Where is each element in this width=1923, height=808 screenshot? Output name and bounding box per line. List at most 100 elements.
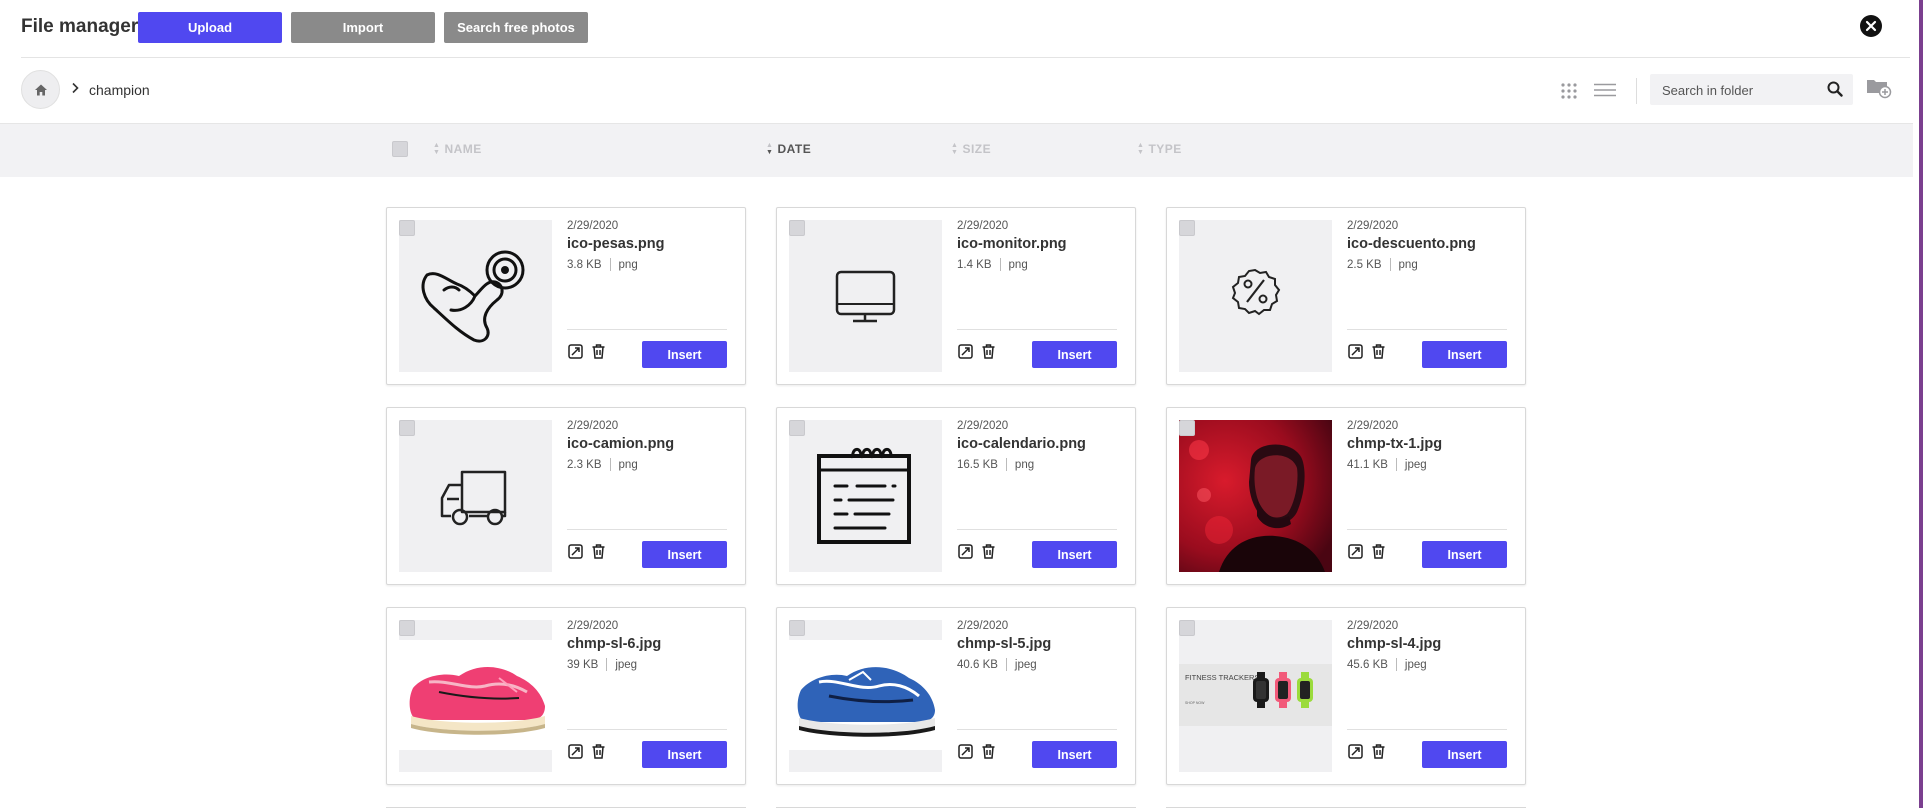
sort-by-name[interactable]: ▲ ▼ NAME (433, 142, 482, 156)
file-meta: 2.5 KB png (1347, 258, 1418, 271)
edit-image-icon[interactable] (1348, 344, 1363, 364)
file-date: 2/29/2020 (1347, 220, 1399, 232)
file-date: 2/29/2020 (567, 620, 619, 632)
portrait-photo (1179, 420, 1332, 572)
edit-image-icon[interactable] (958, 544, 973, 564)
file-card[interactable]: 2/29/2020 chmp-tx-1.jpg 41.1 KB jpeg Inse… (1166, 407, 1526, 585)
file-card[interactable]: 2/29/2020 ico-monitor.png 1.4 KB png Inse… (776, 207, 1136, 385)
insert-button[interactable]: Insert (1422, 541, 1507, 568)
file-checkbox[interactable] (789, 620, 805, 636)
file-thumbnail[interactable] (399, 420, 552, 572)
trash-icon[interactable] (592, 344, 605, 364)
file-checkbox[interactable] (789, 420, 805, 436)
file-type: png (618, 258, 638, 271)
divider (1005, 458, 1007, 471)
divider (1347, 729, 1507, 730)
home-icon[interactable] (21, 70, 60, 109)
file-date: 2/29/2020 (567, 420, 619, 432)
list-view-icon[interactable] (1594, 83, 1616, 102)
file-thumbnail[interactable]: FITNESS TRACKERS SHOP NOW (1179, 620, 1332, 772)
file-type: png (1014, 458, 1035, 471)
edit-image-icon[interactable] (958, 744, 973, 764)
breadcrumb-current-folder[interactable]: champion (89, 82, 150, 98)
upload-button[interactable]: Upload (138, 12, 282, 43)
divider (1347, 529, 1507, 530)
file-thumbnail[interactable] (789, 420, 942, 572)
edit-image-icon[interactable] (568, 744, 583, 764)
sort-arrows-icon: ▲ ▼ (1137, 142, 1145, 156)
file-meta: 40.6 KB jpeg (957, 658, 1037, 671)
insert-button[interactable]: Insert (1032, 541, 1117, 568)
file-thumbnail[interactable] (399, 620, 552, 772)
calendar-icon (817, 448, 911, 544)
grid-view-icon[interactable] (1560, 82, 1578, 105)
insert-button[interactable]: Insert (1422, 341, 1507, 368)
trash-icon[interactable] (1372, 544, 1385, 564)
trash-icon[interactable] (1372, 744, 1385, 764)
edit-image-icon[interactable] (958, 344, 973, 364)
column-name-label: NAME (444, 142, 482, 156)
file-name: ico-monitor.png (957, 236, 1067, 252)
file-thumbnail[interactable] (1179, 420, 1332, 572)
file-checkbox[interactable] (399, 420, 415, 436)
sort-by-type[interactable]: ▲ ▼ TYPE (1137, 142, 1182, 156)
sort-by-date[interactable]: ▲ ▼ DATE (766, 142, 811, 156)
file-thumbnail[interactable] (1179, 220, 1332, 372)
file-card[interactable]: 2/29/2020 ico-pesas.png 3.8 KB png Insert (386, 207, 746, 385)
trash-icon[interactable] (982, 744, 995, 764)
file-checkbox[interactable] (1179, 620, 1195, 636)
file-thumbnail[interactable] (789, 620, 942, 772)
file-card[interactable]: 2/29/2020 chmp-sl-5.jpg 40.6 KB jpeg Inse… (776, 607, 1136, 785)
file-card[interactable]: 2/29/2020 chmp-sl-6.jpg 39 KB jpeg Insert (386, 607, 746, 785)
trash-icon[interactable] (982, 344, 995, 364)
search-input[interactable] (1660, 74, 1824, 107)
trash-icon[interactable] (592, 544, 605, 564)
file-size: 2.5 KB (1347, 258, 1382, 271)
file-card[interactable]: 2/29/2020 ico-calendario.png 16.5 KB png … (776, 407, 1136, 585)
edit-image-icon[interactable] (568, 544, 583, 564)
trash-icon[interactable] (592, 744, 605, 764)
new-folder-icon[interactable] (1866, 77, 1892, 104)
file-checkbox[interactable] (789, 220, 805, 236)
file-name: chmp-sl-4.jpg (1347, 636, 1442, 652)
close-icon[interactable] (1860, 15, 1882, 37)
file-name: ico-pesas.png (567, 236, 665, 252)
divider (1005, 658, 1007, 671)
file-thumbnail[interactable] (789, 220, 942, 372)
insert-button[interactable]: Insert (1032, 341, 1117, 368)
file-meta: 39 KB jpeg (567, 658, 637, 671)
column-header-row: ▲ ▼ NAME ▲ ▼ DATE ▲ ▼ SIZE ▲ ▼ TYPE (0, 123, 1913, 177)
file-date: 2/29/2020 (567, 220, 619, 232)
file-card[interactable]: FITNESS TRACKERS SHOP NOW 2/29/2020 chmp… (1166, 607, 1526, 785)
insert-button[interactable]: Insert (642, 741, 727, 768)
file-checkbox[interactable] (1179, 420, 1195, 436)
file-date: 2/29/2020 (957, 220, 1009, 232)
divider (567, 329, 727, 330)
edit-image-icon[interactable] (1348, 744, 1363, 764)
file-checkbox[interactable] (399, 220, 415, 236)
search-icon[interactable] (1827, 81, 1843, 102)
select-all-checkbox[interactable] (392, 141, 408, 157)
app-title: File manager (21, 16, 139, 37)
insert-button[interactable]: Insert (1422, 741, 1507, 768)
trash-icon[interactable] (982, 544, 995, 564)
file-card[interactable]: 2/29/2020 ico-camion.png 2.3 KB png Inser… (386, 407, 746, 585)
trash-icon[interactable] (1372, 344, 1385, 364)
insert-button[interactable]: Insert (1032, 741, 1117, 768)
edit-image-icon[interactable] (568, 344, 583, 364)
file-thumbnail[interactable] (399, 220, 552, 372)
file-name: ico-descuento.png (1347, 236, 1476, 252)
insert-button[interactable]: Insert (642, 341, 727, 368)
file-name: chmp-sl-6.jpg (567, 636, 662, 652)
divider (609, 258, 611, 271)
search-free-photos-button[interactable]: Search free photos (444, 12, 588, 43)
scrollbar[interactable] (1919, 0, 1923, 808)
file-card[interactable]: 2/29/2020 ico-descuento.png 2.5 KB png In… (1166, 207, 1526, 385)
insert-button[interactable]: Insert (642, 541, 727, 568)
file-checkbox[interactable] (399, 620, 415, 636)
sort-by-size[interactable]: ▲ ▼ SIZE (951, 142, 991, 156)
edit-image-icon[interactable] (1348, 544, 1363, 564)
file-checkbox[interactable] (1179, 220, 1195, 236)
import-button[interactable]: Import (291, 12, 435, 43)
file-meta: 2.3 KB png (567, 458, 638, 471)
